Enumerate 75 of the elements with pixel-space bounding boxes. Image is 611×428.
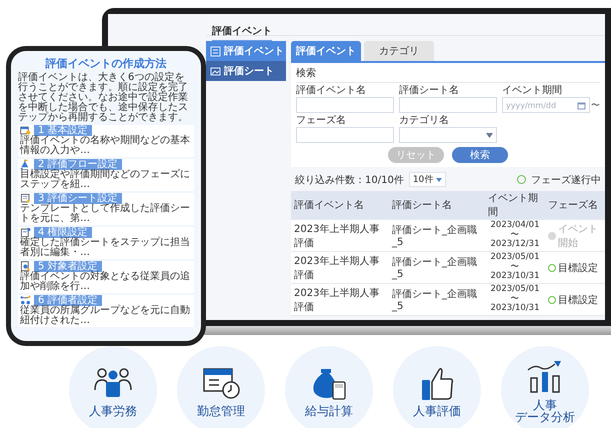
date-text: 2023/10/31: [490, 304, 540, 314]
step-description: 従業員の所属グループなどを元に自動紐付けされた…: [20, 306, 191, 326]
text-field[interactable]: [296, 97, 394, 113]
date-text: 2023/05/01: [490, 285, 540, 295]
sidebar-item[interactable]: 評価シート: [206, 61, 286, 81]
service-circle[interactable]: 給与計算: [285, 346, 373, 428]
mountain-flag-icon: [20, 159, 31, 170]
step-title: 1 基本設定: [34, 125, 92, 136]
sidebar-item[interactable]: 評価イベント: [206, 41, 286, 61]
caret-icon: [486, 132, 493, 138]
service-label: 人事評価: [413, 404, 461, 416]
range-separator: 〜: [591, 100, 600, 112]
step-description: 評価イベントの名称や期間などの基本情報の入力や…: [20, 136, 191, 156]
service-label: 人事 データ分析: [515, 398, 575, 422]
service-label: 人事労務: [89, 404, 137, 416]
dropdown[interactable]: [399, 127, 497, 143]
service-circle[interactable]: 人事 データ分析: [501, 346, 589, 428]
range-separator: 〜: [510, 262, 520, 272]
phase-label: イベント開始: [558, 222, 599, 250]
caret-icon: [436, 178, 442, 182]
range-separator: 〜: [510, 230, 520, 240]
step-description: 確定した評価シートをステップに担当者別に編集・…: [20, 238, 191, 258]
service-circle[interactable]: 勤怠管理: [177, 346, 265, 428]
range-separator: 〜: [510, 294, 520, 304]
service-circle[interactable]: 人事評価: [393, 346, 481, 428]
step-description: 評価イベントの対象となる従業員の追加や削除を行…: [20, 272, 191, 292]
search-button[interactable]: 検索: [452, 147, 508, 163]
field-label: フェーズ名: [296, 115, 347, 127]
step-title: 5 対象者設定: [34, 261, 102, 272]
section-heading: 検索: [296, 66, 600, 83]
column-header: 評価イベント名: [293, 198, 365, 212]
document-icon: [210, 46, 221, 56]
table-cell-text: 評価シート_企画職_5: [391, 224, 478, 248]
status-dot: [548, 264, 556, 272]
service-circle[interactable]: 人事労務: [69, 346, 157, 428]
step-description: テンプレートとして作成した評価シートを元に、第…: [20, 204, 191, 224]
service-label: 給与計算: [305, 404, 353, 416]
text-field[interactable]: [296, 127, 394, 143]
tab[interactable]: 評価イベント: [291, 41, 361, 61]
table-cell-text: 評価シート_企画職_5: [391, 288, 478, 312]
result-count: 絞り込み件数：10/10件: [295, 174, 404, 186]
table-cell-text: 2023年上半期人事評価: [293, 286, 380, 314]
phase-label: 目標設定: [558, 262, 598, 274]
phase-label: 目標設定: [558, 294, 598, 306]
date-text: 2023/05/01: [490, 253, 540, 263]
step-title: 4 権限設定: [34, 227, 92, 238]
table-cell-text: 2023年上半期人事評価: [293, 222, 380, 250]
page-size-dropdown[interactable]: 10件: [408, 172, 446, 187]
phone-title: 評価イベントの作成方法: [44, 56, 168, 71]
legend-label: フェーズ遂行中: [531, 174, 601, 186]
column-header: イベント期間: [487, 192, 539, 219]
field-label: 評価シート名: [399, 85, 460, 97]
step-title: 6 評価者設定: [34, 295, 102, 306]
status-dot: [548, 296, 556, 304]
calendar-icon: [577, 100, 586, 110]
field-label: イベント期間: [502, 85, 563, 97]
step-title: 2 評価フロー設定: [34, 159, 122, 170]
date-text: 2023/12/31: [490, 240, 540, 250]
date-text: 2023/10/31: [490, 272, 540, 282]
people-network-icon: [20, 295, 31, 306]
date-text: 2023/04/01: [490, 221, 540, 231]
image-icon: [210, 66, 221, 76]
intro-text: 評価イベントは、大きく6つの設定を行うことができます。順に設定を完了させてください。なお途中で設定作業を中断した場合でも、途中保存したステップから再開することができます。: [18, 73, 189, 123]
text-field[interactable]: [399, 97, 497, 113]
status-dot: [548, 232, 556, 240]
table-cell-text: 評価シート_企画職_5: [391, 256, 478, 280]
step-description: 目標設定や評価期間などのフェーズにステップを紐…: [20, 170, 191, 190]
table-cell-text: 2023年上半期人事評価: [293, 254, 380, 282]
column-header: フェーズ名: [547, 199, 599, 212]
step-title: 3 評価シート設定: [34, 193, 122, 204]
field-label: 評価イベント名: [296, 85, 367, 97]
column-header: 評価シート名: [391, 198, 453, 212]
service-label: 勤怠管理: [197, 404, 245, 416]
tab[interactable]: カテゴリ: [364, 41, 434, 61]
field-label: カテゴリ名: [399, 115, 450, 127]
